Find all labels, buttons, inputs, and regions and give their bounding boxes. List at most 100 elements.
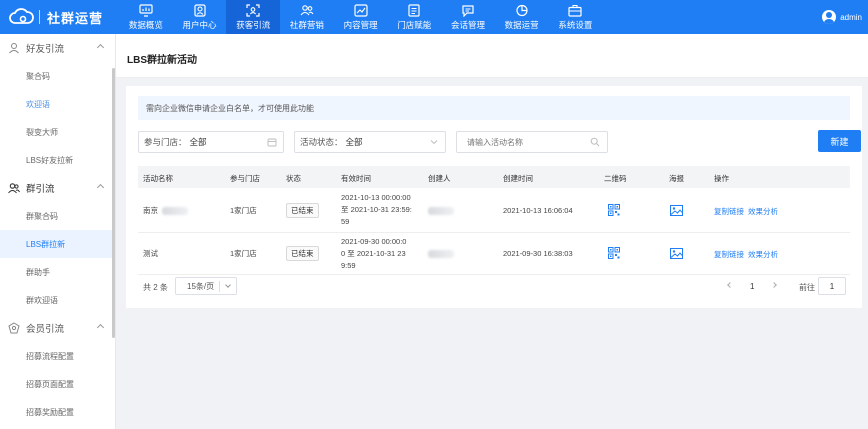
valid-time-line3: 59	[341, 217, 350, 226]
status-badge: 已结束	[286, 246, 319, 261]
col-creator: 创建人	[428, 174, 451, 183]
pagination-total: 共 2 条	[143, 283, 168, 292]
page-size-value: 15条/页	[187, 281, 215, 291]
sidebar-scrollbar[interactable]	[112, 68, 115, 338]
copy-link-action[interactable]: 复制链接	[714, 206, 744, 217]
new-activity-button[interactable]: 新建	[818, 130, 861, 152]
sidebar-item-fission-master[interactable]: 裂变大师	[0, 118, 115, 146]
top-navbar: 社群运营 数据概览 用户中心 获客引流 社群营销 内容管理 门店赋能 会话管理 …	[0, 0, 868, 34]
brand-name: 社群运营	[47, 10, 104, 26]
nav-user-center[interactable]: 用户中心	[173, 0, 227, 34]
col-stores: 参与门店	[230, 174, 260, 183]
user-icon	[193, 3, 207, 17]
sidebar-group-member-acquisition[interactable]: 会员引流	[0, 314, 115, 342]
store-select-value: 全部	[189, 137, 207, 147]
page-size-select[interactable]: 15条/页	[175, 277, 237, 295]
nav-label: 获客引流	[236, 19, 271, 30]
whitelist-notice: 需向企业微信申请企业白名单，才可使用此功能	[138, 96, 850, 120]
nav-data-operations[interactable]: 数据运营	[495, 0, 549, 34]
user-name: admin	[840, 12, 862, 22]
chevron-down-icon	[429, 137, 439, 147]
nav-community-marketing[interactable]: 社群营销	[280, 0, 334, 34]
status-badge: 已结束	[286, 203, 319, 218]
store-select[interactable]: 参与门店： 全部	[138, 131, 284, 153]
valid-time-line2: 至 2021-10-31 23:59:	[341, 205, 412, 214]
nav-label: 社群营销	[289, 19, 324, 30]
nav-session-management[interactable]: 会话管理	[441, 0, 495, 34]
poster-image-icon[interactable]	[670, 205, 683, 216]
main-nav: 数据概览 用户中心 获客引流 社群营销 内容管理 门店赋能 会话管理 数据运营	[119, 0, 602, 34]
nav-label: 内容管理	[343, 19, 378, 30]
nav-label: 数据运营	[504, 19, 539, 30]
col-qrcode: 二维码	[604, 174, 627, 183]
qrcode-icon[interactable]	[608, 247, 620, 259]
goto-label: 前往	[799, 283, 815, 292]
col-poster: 海报	[669, 174, 684, 183]
member-icon	[8, 322, 20, 334]
poster-image-icon[interactable]	[670, 248, 683, 259]
sidebar-group-label: 群引流	[26, 184, 55, 195]
sidebar-item-group-welcome[interactable]: 群欢迎语	[0, 286, 115, 314]
content-card: 需向企业微信申请企业白名单，才可使用此功能 参与门店： 全部 活动状态： 全部 …	[126, 86, 862, 308]
sidebar-item-aggregate-code[interactable]: 聚合码	[0, 62, 115, 90]
chevron-up-icon	[96, 323, 105, 332]
nav-store-empower[interactable]: 门店赋能	[387, 0, 441, 34]
qrcode-icon[interactable]	[608, 204, 620, 216]
nav-system-settings[interactable]: 系统设置	[549, 0, 603, 34]
col-activity-name: 活动名称	[143, 174, 173, 183]
divider	[219, 281, 220, 292]
created-at: 2021-09-30 16:38:03	[503, 249, 573, 258]
sidebar-item-recruit-reward[interactable]: 招募奖励配置	[0, 398, 115, 426]
chart-screen-icon	[139, 3, 153, 17]
brand[interactable]: 社群运营	[8, 0, 103, 34]
sidebar-group-group-acquisition[interactable]: 群引流	[0, 174, 115, 202]
sidebar-group-friend-acquisition[interactable]: 好友引流	[0, 34, 115, 62]
page-title: LBS群拉新活动	[127, 55, 197, 66]
prev-page-icon[interactable]	[727, 282, 733, 288]
pie-icon	[515, 4, 529, 17]
col-created-at: 创建时间	[503, 174, 533, 183]
status-select[interactable]: 活动状态： 全部	[294, 131, 446, 153]
nav-label: 系统设置	[558, 19, 593, 30]
effect-analysis-action[interactable]: 效果分析	[748, 206, 778, 217]
sidebar-group-label: 会员引流	[26, 324, 65, 335]
briefcase-icon	[568, 4, 582, 17]
sidebar-item-recruit-flow[interactable]: 招募流程配置	[0, 342, 115, 370]
user-menu[interactable]: admin	[822, 0, 862, 34]
sidebar-item-group-aggregate-code[interactable]: 群聚合码	[0, 202, 115, 230]
cloud-logo-icon	[8, 8, 34, 26]
nav-content-management[interactable]: 内容管理	[334, 0, 388, 34]
calendar-icon	[267, 137, 277, 147]
sidebar-item-welcome-message[interactable]: 欢迎语	[0, 90, 115, 118]
scan-icon	[246, 3, 260, 17]
sidebar-item-lbs-group[interactable]: LBS群拉新	[0, 230, 115, 258]
sidebar-item-group-assistant[interactable]: 群助手	[0, 258, 115, 286]
group-user-icon	[8, 182, 20, 194]
sidebar-item-lbs-friend[interactable]: LBS好友拉新	[0, 146, 115, 174]
copy-link-action[interactable]: 复制链接	[714, 249, 744, 260]
chevron-up-icon	[96, 183, 105, 192]
search-icon	[590, 137, 600, 147]
nav-customer-acquisition[interactable]: 获客引流	[226, 0, 281, 34]
friend-icon	[8, 42, 20, 54]
valid-time-line1: 2021-10-13 00:00:00	[341, 193, 411, 202]
effect-analysis-action[interactable]: 效果分析	[748, 249, 778, 260]
sidebar-group-label: 好友引流	[26, 44, 65, 55]
sidebar-item-recruit-page[interactable]: 招募页面配置	[0, 370, 115, 398]
activity-search-input[interactable]	[456, 131, 608, 153]
store-count: 1家门店	[230, 249, 257, 258]
next-page-icon[interactable]	[771, 282, 777, 288]
store-icon	[407, 3, 421, 17]
goto-page-input[interactable]	[818, 277, 846, 295]
nav-label: 数据概览	[128, 19, 163, 30]
col-valid-time: 有效时间	[341, 174, 371, 183]
avatar	[822, 10, 837, 24]
nav-label: 门店赋能	[397, 19, 432, 30]
nav-data-overview[interactable]: 数据概览	[119, 0, 173, 34]
table-row: 测试 1家门店 已结束 2021-09-30 00:00:0 0 至 2021-…	[138, 233, 850, 275]
redacted-creator	[428, 250, 454, 258]
current-page[interactable]: 1	[750, 282, 754, 291]
status-select-value: 全部	[345, 137, 363, 147]
table-header: 活动名称 参与门店 状态 有效时间 创建人 创建时间 二维码 海报 操作	[138, 166, 850, 188]
status-select-label: 活动状态：	[300, 137, 343, 147]
